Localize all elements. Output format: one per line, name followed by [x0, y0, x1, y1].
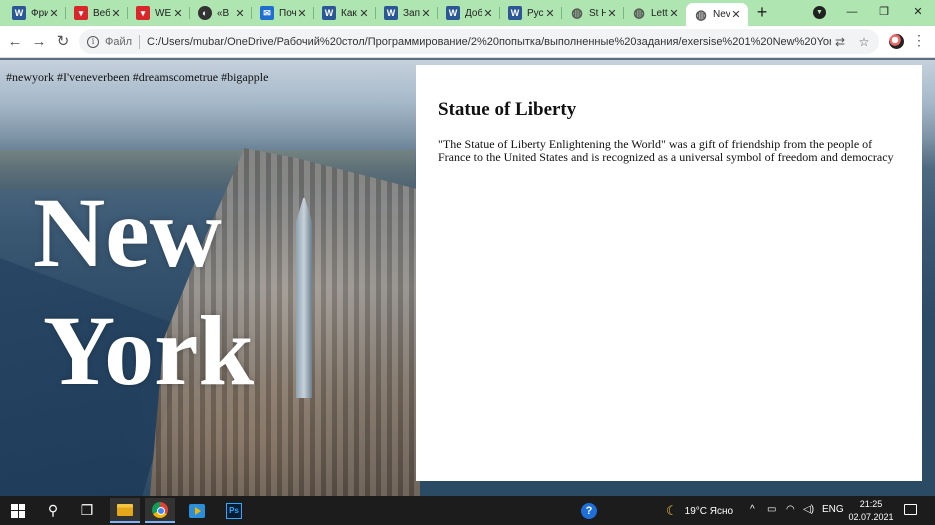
volume-icon[interactable]: ◁) — [803, 504, 814, 515]
forward-arrow-icon[interactable]: → — [27, 30, 51, 54]
notification-icon[interactable] — [904, 504, 917, 515]
close-tab-icon[interactable]: ✕ — [234, 7, 246, 20]
browser-tab[interactable]: ◍ St H ✕ — [562, 2, 624, 24]
photoshop-icon[interactable]: Ps — [219, 498, 249, 523]
weather-widget[interactable]: ☾ 19°C Ясно — [666, 503, 733, 519]
close-tab-icon[interactable]: ✕ — [296, 7, 308, 20]
search-icon[interactable]: ⚲ — [38, 498, 68, 523]
tab-search-icon[interactable]: ▼ — [813, 6, 826, 19]
help-icon[interactable]: ? — [574, 498, 604, 523]
card-heading: Statue of Liberty — [438, 99, 577, 120]
url-scheme-label: Файл — [105, 35, 133, 48]
extension-icon[interactable] — [889, 34, 904, 49]
tab-strip: W Фри ✕ ▾ Веб ✕ ▾ WE ✕ ◐ «В ✕ ✉ Поч ✕ W … — [0, 0, 935, 26]
windows-start-icon[interactable] — [3, 498, 33, 523]
word-icon: W — [322, 6, 336, 20]
info-card: Statue of Liberty "The Statue of Liberty… — [416, 65, 922, 481]
reload-icon[interactable]: ↻ — [51, 30, 75, 54]
browser-tab[interactable]: W Как ✕ — [314, 2, 376, 24]
close-window-button[interactable]: ✕ — [903, 2, 933, 22]
browser-tab-active[interactable]: ◍ Nev ✕ — [686, 3, 748, 26]
info-icon[interactable]: i — [87, 35, 99, 48]
weather-text: 19°C Ясно — [684, 505, 734, 517]
background-photo-tower — [296, 198, 312, 398]
mail-icon: ✉ — [260, 6, 274, 20]
task-view-icon[interactable]: ❒ — [72, 498, 102, 523]
browser-tab[interactable]: ▾ Веб ✕ — [66, 2, 128, 24]
translate-icon[interactable]: ⇄ — [831, 35, 849, 49]
new-tab-button[interactable]: + — [752, 3, 772, 23]
globe-icon: ◍ — [633, 5, 645, 20]
clock-time: 21:25 — [859, 499, 883, 509]
moon-icon: ☾ — [666, 503, 678, 518]
restore-button[interactable]: ❐ — [869, 2, 899, 22]
browser-tab[interactable]: ◍ Lett ✕ — [624, 2, 686, 24]
browser-tab[interactable]: ▾ WE ✕ — [128, 2, 190, 24]
title-line-2: York — [43, 295, 255, 406]
page-title: New York — [33, 174, 254, 410]
language-indicator[interactable]: ENG — [822, 504, 844, 515]
card-text: "The Statue of Liberty Enlightening the … — [438, 137, 894, 164]
browser-toolbar: ← → ↻ i Файл C:/Users/mubar/OneDrive/Раб… — [0, 26, 935, 58]
chrome-icon[interactable] — [145, 498, 175, 523]
close-tab-icon[interactable]: ✕ — [172, 7, 184, 20]
bookmark-star-icon[interactable]: ☆ — [855, 35, 873, 49]
dark-icon: ◐ — [198, 6, 212, 20]
menu-dots-icon[interactable]: ⋮ — [912, 32, 926, 49]
title-line-1: New — [33, 177, 222, 288]
clock-date: 02.07.2021 — [848, 512, 894, 522]
close-tab-icon[interactable]: ✕ — [606, 7, 618, 20]
hashtags-text: #newyork #I'veneverbeen #dreamscometrue … — [6, 70, 269, 84]
word-icon: W — [508, 6, 522, 20]
globe-icon: ◍ — [571, 5, 583, 20]
word-icon: W — [12, 6, 26, 20]
address-bar[interactable]: i Файл C:/Users/mubar/OneDrive/Рабочий%2… — [79, 29, 879, 54]
close-tab-icon[interactable]: ✕ — [482, 7, 494, 20]
word-icon: W — [446, 6, 460, 20]
red-icon: ▾ — [136, 6, 150, 20]
globe-icon: ◍ — [695, 6, 707, 22]
close-tab-icon[interactable]: ✕ — [420, 7, 432, 20]
page-viewport: #newyork #I'veneverbeen #dreamscometrue … — [0, 58, 935, 496]
close-tab-icon[interactable]: ✕ — [48, 7, 60, 20]
close-tab-icon[interactable]: ✕ — [110, 7, 122, 20]
taskbar: ⚲ ❒ Ps ? ☾ 19°C Ясно ^ ▭ ◠ ◁) ENG 21:25 … — [0, 496, 935, 525]
browser-tab[interactable]: ✉ Поч ✕ — [252, 2, 314, 24]
close-tab-icon[interactable]: ✕ — [668, 7, 680, 20]
browser-tab[interactable]: W Рус ✕ — [500, 2, 562, 24]
close-tab-icon[interactable]: ✕ — [358, 7, 370, 20]
minimize-button[interactable]: — — [837, 2, 867, 22]
wifi-icon[interactable]: ◠ — [786, 504, 795, 515]
close-tab-icon[interactable]: ✕ — [544, 7, 556, 20]
browser-tab[interactable]: ◐ «В ✕ — [190, 2, 252, 24]
media-player-icon[interactable] — [182, 498, 212, 523]
chevron-up-icon[interactable]: ^ — [750, 504, 755, 515]
browser-tab[interactable]: W Зап ✕ — [376, 2, 438, 24]
red-icon: ▾ — [74, 6, 88, 20]
close-tab-icon[interactable]: ✕ — [730, 8, 742, 21]
browser-tab[interactable]: W Доб ✕ — [438, 2, 500, 24]
battery-icon[interactable]: ▭ — [767, 504, 776, 515]
url-text[interactable]: C:/Users/mubar/OneDrive/Рабочий%20стол/П… — [147, 36, 831, 48]
browser-tab[interactable]: W Фри ✕ — [4, 2, 66, 24]
back-arrow-icon[interactable]: ← — [3, 30, 27, 54]
word-icon: W — [384, 6, 398, 20]
file-explorer-icon[interactable] — [110, 498, 140, 523]
clock[interactable]: 21:25 02.07.2021 — [845, 498, 897, 524]
